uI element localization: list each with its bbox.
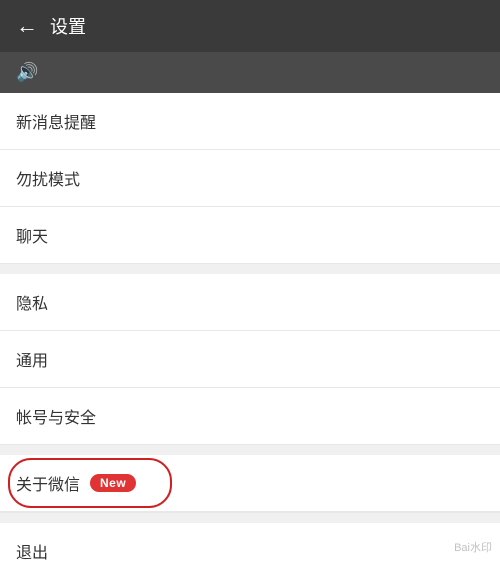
page-title: 设置 (50, 13, 86, 39)
menu-item-label: 通用 (16, 347, 48, 371)
speaker-icon: 🔊 (16, 62, 38, 83)
logout-label: 退出 (16, 539, 48, 563)
watermark: Bai水印 (454, 539, 492, 555)
menu-item-label: 隐私 (16, 290, 48, 314)
menu-item-label: 帐号与安全 (16, 404, 96, 428)
logout-section: 退出 (0, 523, 500, 563)
menu-item-new-message[interactable]: 新消息提醒 (0, 93, 500, 150)
menu-item-privacy[interactable]: 隐私 (0, 274, 500, 331)
menu-item-label: 勿扰模式 (16, 166, 80, 190)
menu-item-dnd[interactable]: 勿扰模式 (0, 150, 500, 207)
menu-item-account-security[interactable]: 帐号与安全 (0, 388, 500, 444)
menu-item-label: 聊天 (16, 223, 48, 247)
menu-item-label: 新消息提醒 (16, 109, 96, 133)
menu-item-general[interactable]: 通用 (0, 331, 500, 388)
header: ← 设置 (0, 0, 500, 52)
new-badge: New (90, 474, 136, 492)
back-button[interactable]: ← (16, 15, 38, 37)
menu-item-logout[interactable]: 退出 (0, 523, 500, 563)
separator-3 (0, 513, 500, 523)
separator-1 (0, 264, 500, 274)
notification-section: 🔊 新消息提醒 勿扰模式 聊天 (0, 52, 500, 264)
menu-item-chat[interactable]: 聊天 (0, 207, 500, 263)
general-section: 隐私 通用 帐号与安全 (0, 274, 500, 445)
about-section: 关于微信 New (0, 455, 500, 513)
settings-page: ← 设置 🔊 新消息提醒 勿扰模式 聊天 隐私 通用 帐号与安全 关 (0, 0, 500, 563)
about-wechat-label: 关于微信 (16, 471, 80, 495)
notification-section-header: 🔊 (0, 52, 500, 93)
menu-item-about-wechat[interactable]: 关于微信 New (0, 455, 500, 512)
separator-2 (0, 445, 500, 455)
